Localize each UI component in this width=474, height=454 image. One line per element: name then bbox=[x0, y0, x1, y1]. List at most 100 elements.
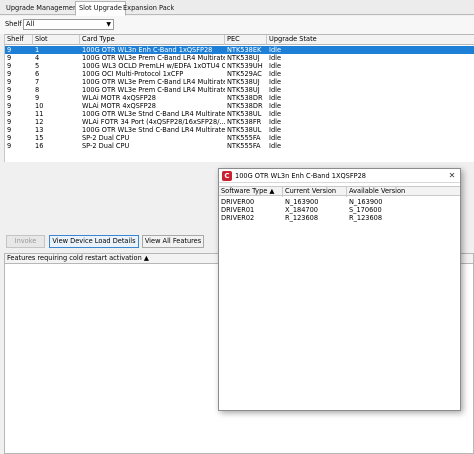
table-row[interactable]: 9 8 100G OTR WL3e Prem C-Band LR4 Multirat… bbox=[5, 86, 474, 94]
cell-state: Idle bbox=[269, 62, 282, 70]
cell-slot: 7 bbox=[35, 78, 40, 86]
cell-card-type: 100G OTR WL3e Stnd C-Band LR4 Multirate bbox=[82, 110, 225, 118]
cell-available: R_123608 bbox=[349, 214, 383, 222]
cell-type: DRIVER01 bbox=[221, 206, 255, 214]
cell-pec: NTK555FA bbox=[227, 142, 261, 150]
shelf-filter-bar: Shelf All ▼ bbox=[0, 16, 474, 34]
cell-slot: 10 bbox=[35, 102, 44, 110]
cell-current: R_123608 bbox=[285, 214, 319, 222]
column-header-upgrade-state[interactable]: Upgrade State bbox=[267, 35, 474, 45]
view-all-features-button[interactable]: View All Features bbox=[142, 235, 204, 248]
column-header-card-type[interactable]: Card Type bbox=[80, 35, 225, 45]
table-row[interactable]: 9 10 WLAi MOTR 4xQSFP28 NTK538DR Idle bbox=[5, 102, 474, 110]
cell-shelf: 9 bbox=[7, 70, 12, 78]
cell-pec: NTK538UJ bbox=[227, 86, 260, 94]
table-row[interactable]: 9 4 100G OTR WL3e Prem C-Band LR4 Multirat… bbox=[5, 54, 474, 62]
cell-shelf: 9 bbox=[7, 78, 12, 86]
cell-card-type: 100G OTR WL3e Prem C-Band LR4 Multirate bbox=[82, 86, 225, 94]
cell-state: Idle bbox=[269, 46, 282, 54]
cell-shelf: 9 bbox=[7, 126, 12, 134]
cell-card-type: 100G WL3 OCLD PremLH w/EDFA 1xOTU4 C-... bbox=[82, 62, 225, 70]
cell-pec: NTK538UL bbox=[227, 110, 262, 118]
table-row[interactable]: 9 12 WLAi FOTR 34 Port (4xQSFP28/16xSFP28/… bbox=[5, 118, 474, 126]
tab-bar: Upgrade Management Slot Upgrade Expansio… bbox=[0, 0, 474, 16]
cell-pec: NTK539UH bbox=[227, 62, 263, 70]
cell-state: Idle bbox=[269, 110, 282, 118]
column-header-current-version[interactable]: Current Version bbox=[283, 187, 347, 197]
cell-shelf: 9 bbox=[7, 142, 12, 150]
cell-slot: 13 bbox=[35, 126, 44, 134]
cell-shelf: 9 bbox=[7, 46, 12, 54]
dialog-title: 100G OTR WL3n Enh C-Band 1XQSFP28 bbox=[235, 172, 366, 180]
shelf-select-value: All bbox=[26, 20, 35, 28]
invoke-button[interactable]: Invoke bbox=[6, 235, 45, 248]
cell-shelf: 9 bbox=[7, 94, 12, 102]
cell-slot: 4 bbox=[35, 54, 40, 62]
slot-table: Shelf Slot Card Type PEC Upgrade State 9… bbox=[4, 34, 474, 162]
table-row[interactable]: 9 11 100G OTR WL3e Stnd C-Band LR4 Multira… bbox=[5, 110, 474, 118]
cell-state: Idle bbox=[269, 142, 282, 150]
cell-slot: 11 bbox=[35, 110, 44, 118]
ciena-logo-icon: C bbox=[222, 171, 232, 181]
column-header-software-type[interactable]: Software Type ▲ bbox=[219, 187, 283, 197]
cell-card-type: 100G OTR WL3e Prem C-Band LR4 Multirate bbox=[82, 78, 225, 86]
cell-card-type: SP-2 Dual CPU bbox=[82, 134, 130, 142]
cell-shelf: 9 bbox=[7, 134, 12, 142]
cell-slot: 15 bbox=[35, 134, 44, 142]
close-icon[interactable]: ✕ bbox=[447, 170, 457, 181]
cell-state: Idle bbox=[269, 102, 282, 110]
table-row[interactable]: 9 9 WLAi MOTR 4xQSFP28 NTK538DR Idle bbox=[5, 94, 474, 102]
cell-available: S_170600 bbox=[349, 206, 382, 214]
chevron-down-icon: ▼ bbox=[106, 21, 111, 28]
cell-card-type: WLAi MOTR 4xQSFP28 bbox=[82, 102, 156, 110]
column-header-shelf[interactable]: Shelf bbox=[5, 35, 33, 45]
software-versions-header: Software Type ▲ Current Version Availabl… bbox=[219, 186, 460, 197]
cell-type: DRIVER02 bbox=[221, 214, 255, 222]
cell-current: N_163900 bbox=[285, 198, 319, 206]
table-row[interactable]: DRIVER00 N_163900 N_163900 bbox=[219, 198, 460, 206]
cell-shelf: 9 bbox=[7, 86, 12, 94]
cell-state: Idle bbox=[269, 54, 282, 62]
column-header-slot[interactable]: Slot bbox=[33, 35, 80, 45]
table-row[interactable]: 9 15 SP-2 Dual CPU NTK555FA Idle bbox=[5, 134, 474, 142]
column-header-available-version[interactable]: Available Version bbox=[347, 187, 460, 197]
cell-state: Idle bbox=[269, 134, 282, 142]
cell-slot: 12 bbox=[35, 118, 44, 126]
cell-slot: 9 bbox=[35, 94, 40, 102]
cell-pec: NTK555FA bbox=[227, 134, 261, 142]
table-row[interactable]: DRIVER01 X_184700 S_170600 bbox=[219, 206, 460, 214]
dialog-title-bar[interactable]: C 100G OTR WL3n Enh C-Band 1XQSFP28 ✕ bbox=[219, 169, 460, 183]
cell-pec: NTK538UL bbox=[227, 126, 262, 134]
table-row[interactable]: 9 1 100G OTR WL3n Enh C-Band 1xQSFP28 NTK53… bbox=[5, 46, 474, 54]
slot-table-header: Shelf Slot Card Type PEC Upgrade State bbox=[5, 35, 474, 45]
cell-card-type: WLAi FOTR 34 Port (4xQSFP28/16xSFP28/... bbox=[82, 118, 225, 126]
device-load-details-dialog: C 100G OTR WL3n Enh C-Band 1XQSFP28 ✕ So… bbox=[218, 168, 461, 411]
software-versions-table: Software Type ▲ Current Version Availabl… bbox=[219, 186, 460, 410]
column-header-pec[interactable]: PEC bbox=[225, 35, 267, 45]
table-row[interactable]: 9 13 100G OTR WL3e Stnd C-Band LR4 Multira… bbox=[5, 126, 474, 134]
tab-slot-upgrade[interactable]: Slot Upgrade bbox=[75, 1, 126, 16]
cell-pec: NTK538UJ bbox=[227, 54, 260, 62]
cell-card-type: 100G OTR WL3e Prem C-Band LR4 Multirate bbox=[82, 54, 225, 62]
cell-slot: 16 bbox=[35, 142, 44, 150]
table-row[interactable]: 9 5 100G WL3 OCLD PremLH w/EDFA 1xOTU4 C-.… bbox=[5, 62, 474, 70]
table-row[interactable]: 9 16 SP-2 Dual CPU NTK555FA Idle bbox=[5, 142, 474, 150]
table-row[interactable]: 9 6 100G OCI Multi-Protocol 1xCFP NTK529AC I… bbox=[5, 70, 474, 78]
cell-pec: NTK538EK bbox=[227, 46, 262, 54]
tab-expansion-pack[interactable]: Expansion Pack bbox=[120, 2, 177, 15]
table-row[interactable]: DRIVER02 R_123608 R_123608 bbox=[219, 214, 460, 222]
cell-pec: NTK538UJ bbox=[227, 78, 260, 86]
cell-shelf: 9 bbox=[7, 62, 12, 70]
cell-state: Idle bbox=[269, 70, 282, 78]
cell-shelf: 9 bbox=[7, 118, 12, 126]
shelf-select[interactable]: All ▼ bbox=[23, 19, 114, 30]
cell-pec: NTK538DR bbox=[227, 102, 263, 110]
table-row[interactable]: 9 7 100G OTR WL3e Prem C-Band LR4 Multirat… bbox=[5, 78, 474, 86]
cell-card-type: 100G OTR WL3e Stnd C-Band LR4 Multirate bbox=[82, 126, 225, 134]
tab-upgrade-management[interactable]: Upgrade Management bbox=[3, 2, 83, 15]
cell-pec: NTK538FR bbox=[227, 118, 262, 126]
cell-card-type: 100G OCI Multi-Protocol 1xCFP bbox=[82, 70, 184, 78]
cell-state: Idle bbox=[269, 118, 282, 126]
cell-available: N_163900 bbox=[349, 198, 383, 206]
view-device-load-details-button[interactable]: View Device Load Details bbox=[49, 235, 139, 248]
